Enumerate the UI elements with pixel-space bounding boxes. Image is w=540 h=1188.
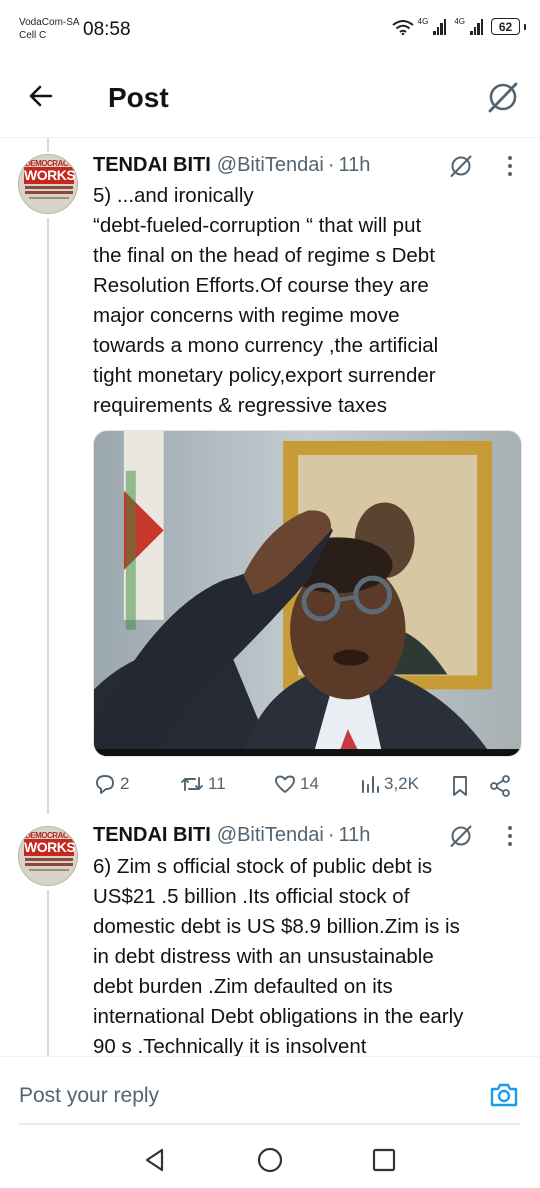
reply-count: 2 — [120, 774, 130, 793]
thread-line-bottom — [47, 890, 49, 1056]
sim1-network-label: 4G — [417, 17, 429, 26]
wifi-icon — [392, 19, 414, 35]
status-bar: VodaCom-SA Cell C 08:58 4G 4G 62 — [0, 0, 540, 56]
tweet-actions: 2 11 14 3,2K — [93, 772, 523, 800]
tweet-line: Resolution Efforts.Of course they are — [93, 274, 429, 297]
author-name[interactable]: TENDAI BITI — [93, 154, 211, 177]
system-nav-bar — [0, 1134, 540, 1188]
grok-icon[interactable] — [449, 824, 473, 848]
tweet-line: the final on the head of regime s Debt — [93, 244, 435, 267]
circle-home-icon[interactable] — [256, 1146, 284, 1174]
avatar-decor-1 — [25, 186, 73, 189]
tweet-time[interactable]: 11h — [338, 824, 370, 847]
sim1-signal-icon — [433, 18, 447, 35]
like-action[interactable]: 14 — [273, 772, 319, 796]
page-title: Post — [108, 82, 169, 113]
tweet-line: US$21 .5 billion .Its official stock of — [93, 885, 410, 908]
tweet-body: 6) Zim s official stock of public debt i… — [93, 852, 528, 1056]
reply-bubble-icon — [96, 775, 114, 794]
sim2-network-label: 4G — [454, 17, 465, 26]
camera-icon[interactable] — [488, 1079, 520, 1111]
tweet-body: 5) ...and ironically “debt-fueled-corrup… — [93, 181, 528, 421]
carrier-primary: VodaCom-SA — [19, 17, 80, 28]
tweet-header: TENDAI BITI @BitiTendai · 11h — [93, 824, 370, 847]
reply-action[interactable]: 2 — [93, 772, 129, 796]
tweet-line: 90 s .Technically it is insolvent — [93, 1035, 367, 1056]
tweet-line: “debt-fueled-corruption “ that will put — [93, 214, 422, 237]
avatar-decor-3 — [29, 869, 69, 871]
grok-icon[interactable] — [486, 80, 520, 114]
tweet-line: domestic debt is US $8.9 billion.Zim is … — [93, 915, 460, 938]
avatar[interactable]: DEMOCRACY WORKS — [18, 826, 78, 886]
author-name[interactable]: TENDAI BITI — [93, 824, 211, 847]
tweet-line: in debt distress with an unsustainable — [93, 945, 434, 968]
thread-line-bottom — [47, 218, 49, 814]
avatar[interactable]: DEMOCRACY WORKS — [18, 154, 78, 214]
battery-icon: 62 — [491, 18, 520, 35]
tweet-time[interactable]: 11h — [338, 154, 370, 177]
triangle-back-icon[interactable] — [141, 1146, 169, 1174]
author-handle[interactable]: @BitiTendai — [217, 824, 324, 847]
tweet-photo[interactable] — [93, 430, 522, 757]
like-count: 14 — [300, 774, 319, 793]
thread-line-top — [47, 138, 49, 152]
battery-level: 62 — [498, 19, 513, 34]
avatar-decor-2 — [25, 191, 73, 194]
heart-icon — [275, 775, 295, 793]
views-action[interactable]: 3,2K — [359, 772, 419, 796]
avatar-decor-2 — [25, 863, 73, 866]
carrier-info: VodaCom-SA Cell C — [19, 16, 80, 42]
status-icons: 4G 4G 62 — [392, 17, 526, 35]
repost-count: 11 — [208, 774, 226, 793]
top-app-bar: Post — [0, 56, 540, 138]
avatar-banner-main: WORKS — [24, 167, 76, 184]
tweet-line: 6) Zim s official stock of public debt i… — [93, 855, 433, 878]
tweet-line: requirements & regressive taxes — [93, 394, 387, 417]
more-vertical-icon[interactable] — [500, 154, 520, 178]
arrow-left-icon[interactable] — [26, 81, 56, 111]
repost-action[interactable]: 11 — [179, 772, 226, 796]
avatar-decor-1 — [25, 858, 73, 861]
tweet-line: tight monetary policy,export surrender — [93, 364, 436, 387]
tweet-6[interactable]: DEMOCRACY WORKS TENDAI BITI @BitiTendai … — [0, 814, 540, 1056]
author-handle[interactable]: @BitiTendai — [217, 154, 324, 177]
repost-icon — [181, 777, 203, 791]
battery-tip — [524, 23, 526, 30]
tweet-line: debt burden .Zim defaulted on its — [93, 975, 393, 998]
avatar-decor-3 — [29, 197, 69, 199]
reply-input-underline — [19, 1123, 520, 1125]
tweet-header: TENDAI BITI @BitiTendai · 11h — [93, 154, 370, 177]
square-recents-icon[interactable] — [370, 1146, 398, 1174]
tweet-line: major concerns with regime move — [93, 304, 400, 327]
carrier-secondary: Cell C — [19, 30, 47, 41]
tweet-line: towards a mono currency ,the artificial — [93, 334, 439, 357]
header-separator: · — [327, 154, 335, 176]
status-clock: 08:58 — [83, 19, 131, 40]
header-separator: · — [327, 824, 335, 846]
share-icon[interactable] — [488, 774, 512, 798]
more-vertical-icon[interactable] — [500, 824, 520, 848]
sim2-signal-icon — [470, 18, 483, 35]
avatar-banner-main: WORKS — [24, 839, 76, 856]
reply-composer: Post your reply — [0, 1056, 540, 1134]
tweet-5[interactable]: DEMOCRACY WORKS TENDAI BITI @BitiTendai … — [0, 138, 540, 814]
views-bars-icon — [362, 776, 379, 793]
tweet-line: 5) ...and ironically — [93, 184, 254, 207]
tweet-line: international Debt obligations in the ea… — [93, 1005, 464, 1028]
reply-input[interactable]: Post your reply — [19, 1084, 159, 1108]
bookmark-icon[interactable] — [449, 774, 471, 798]
grok-icon[interactable] — [449, 154, 473, 178]
view-count: 3,2K — [384, 774, 419, 793]
